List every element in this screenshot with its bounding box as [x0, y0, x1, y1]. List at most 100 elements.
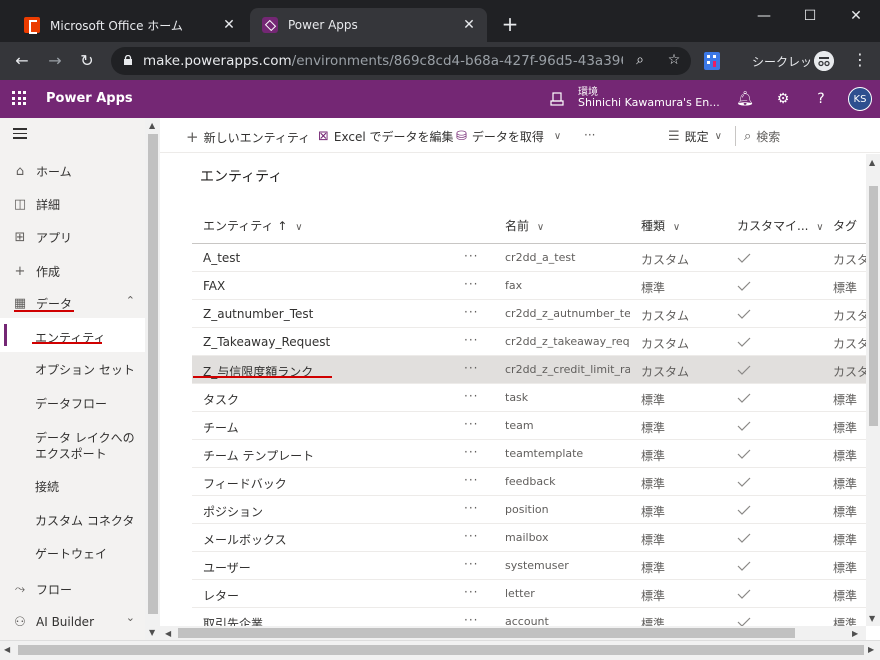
entity-display-name[interactable]: レター: [203, 587, 458, 604]
row-more-button[interactable]: ···: [464, 361, 484, 375]
nav-item-details[interactable]: ◫ 詳細: [0, 193, 145, 215]
nav-sub-option-sets[interactable]: オプション セット: [35, 362, 145, 378]
table-row[interactable]: メールボックス ··· mailbox 標準 標準: [192, 524, 866, 552]
bookmark-star-icon[interactable]: ☆: [665, 52, 683, 68]
column-header-entity[interactable]: エンティティ ↑ ∨: [203, 210, 303, 242]
entity-display-name[interactable]: Z_Takeaway_Request: [203, 335, 458, 349]
forward-button[interactable]: →: [44, 50, 66, 72]
nav-item-home[interactable]: ⌂ ホーム: [0, 160, 145, 182]
scroll-left-arrow-icon[interactable]: ◀: [4, 645, 10, 654]
scroll-down-arrow-icon[interactable]: ▼: [149, 628, 155, 637]
gear-icon[interactable]: ⚙: [774, 90, 792, 108]
incognito-icon[interactable]: [814, 51, 834, 71]
search-icon[interactable]: ⌕: [631, 52, 649, 68]
row-more-button[interactable]: ···: [464, 445, 484, 459]
tab-power-apps[interactable]: Power Apps ✕: [250, 8, 487, 42]
row-more-button[interactable]: ···: [464, 417, 484, 431]
entity-display-name[interactable]: メールボックス: [203, 531, 458, 548]
scroll-right-arrow-icon[interactable]: ▶: [852, 629, 858, 638]
column-header-type[interactable]: 種類 ∨: [641, 210, 680, 242]
more-commands-button[interactable]: ···: [584, 128, 595, 142]
chevron-up-icon[interactable]: ⌃: [126, 294, 135, 307]
table-row[interactable]: Z_与信限度額ランク ··· cr2dd_z_credit_limit_ra... カ…: [192, 356, 866, 384]
table-row[interactable]: フィードバック ··· feedback 標準 標準: [192, 468, 866, 496]
entity-display-name[interactable]: フィードバック: [203, 475, 458, 492]
new-entity-button[interactable]: + 新しいエンティティ: [186, 128, 310, 146]
view-selector-button[interactable]: ☰ 既定 ∨: [668, 128, 722, 145]
chevron-down-icon[interactable]: ∨: [554, 131, 561, 142]
entity-display-name[interactable]: タスク: [203, 391, 458, 408]
page-horizontal-scrollbar-thumb[interactable]: [18, 645, 864, 655]
nav-item-create[interactable]: + 作成: [0, 260, 145, 282]
table-row[interactable]: ユーザー ··· systemuser 標準 標準: [192, 552, 866, 580]
help-icon[interactable]: ?: [812, 90, 830, 108]
address-bar[interactable]: make.powerapps.com/environments/869c8cd4…: [111, 47, 691, 75]
nav-sub-dataflows[interactable]: データフロー: [35, 396, 145, 412]
nav-sub-custom-connectors[interactable]: カスタム コネクタ: [35, 513, 145, 529]
column-header-tag[interactable]: タグ ∨: [833, 210, 866, 242]
app-launcher-icon[interactable]: [12, 91, 26, 105]
nav-scrollbar-thumb[interactable]: [148, 134, 158, 614]
close-icon[interactable]: ✕: [221, 17, 237, 33]
hamburger-icon[interactable]: [13, 128, 27, 140]
row-more-button[interactable]: ···: [464, 305, 484, 319]
row-more-button[interactable]: ···: [464, 529, 484, 543]
search-box[interactable]: ⌕ 検索: [744, 128, 780, 145]
column-header-customizable[interactable]: カスタマイ... ∨: [737, 210, 824, 242]
table-row[interactable]: Z_Takeaway_Request ··· cr2dd_z_takeaway_re…: [192, 328, 866, 356]
avatar[interactable]: KS: [848, 87, 872, 111]
extension-icon[interactable]: [704, 52, 720, 70]
scroll-left-arrow-icon[interactable]: ◀: [165, 629, 171, 638]
close-icon[interactable]: ✕: [461, 17, 477, 33]
table-row[interactable]: A_test ··· cr2dd_a_test カスタム カスタ: [192, 244, 866, 272]
back-button[interactable]: ←: [11, 50, 33, 72]
table-row[interactable]: Z_autnumber_Test ··· cr2dd_z_autnumber_tes…: [192, 300, 866, 328]
table-row[interactable]: タスク ··· task 標準 標準: [192, 384, 866, 412]
window-close-button[interactable]: ✕: [836, 4, 876, 28]
maximize-button[interactable]: ☐: [790, 4, 830, 28]
row-more-button[interactable]: ···: [464, 557, 484, 571]
scroll-right-arrow-icon[interactable]: ▶: [868, 645, 874, 654]
content-scrollbar-thumb[interactable]: [869, 186, 878, 426]
row-more-button[interactable]: ···: [464, 501, 484, 515]
column-header-name[interactable]: 名前 ∨: [505, 210, 544, 242]
row-more-button[interactable]: ···: [464, 249, 484, 263]
table-row[interactable]: チーム テンプレート ··· teamtemplate 標準 標準: [192, 440, 866, 468]
entity-display-name[interactable]: ユーザー: [203, 559, 458, 576]
entity-display-name[interactable]: FAX: [203, 279, 458, 293]
table-row[interactable]: チーム ··· team 標準 標準: [192, 412, 866, 440]
row-more-button[interactable]: ···: [464, 473, 484, 487]
table-row[interactable]: FAX ··· fax 標準 標準: [192, 272, 866, 300]
app-name[interactable]: Power Apps: [46, 91, 133, 106]
get-data-button[interactable]: ⛁ データを取得 ∨: [456, 128, 561, 145]
environment-name[interactable]: Shinichi Kawamura's En...: [578, 96, 720, 109]
nav-sub-gateways[interactable]: ゲートウェイ: [35, 546, 145, 562]
nav-item-ai-builder[interactable]: ⚇ AI Builder ⌄: [0, 611, 145, 633]
row-more-button[interactable]: ···: [464, 613, 484, 626]
entity-display-name[interactable]: 取引先企業: [203, 615, 458, 626]
scroll-down-arrow-icon[interactable]: ▼: [869, 614, 875, 623]
scroll-up-arrow-icon[interactable]: ▲: [149, 121, 155, 130]
minimize-button[interactable]: —: [744, 4, 784, 28]
chrome-menu-icon[interactable]: ⋮: [852, 50, 868, 69]
nav-sub-connections[interactable]: 接続: [35, 479, 145, 495]
entity-display-name[interactable]: チーム: [203, 419, 458, 436]
nav-item-apps[interactable]: ⊞ アプリ: [0, 226, 145, 248]
reload-button[interactable]: ↻: [76, 50, 98, 72]
bell-icon[interactable]: 🔔︎: [736, 90, 754, 108]
table-row[interactable]: ポジション ··· position 標準 標準: [192, 496, 866, 524]
chevron-down-icon[interactable]: ⌄: [126, 611, 135, 624]
new-tab-button[interactable]: +: [498, 12, 522, 36]
table-row[interactable]: レター ··· letter 標準 標準: [192, 580, 866, 608]
scroll-up-arrow-icon[interactable]: ▲: [869, 158, 875, 167]
entity-display-name[interactable]: ポジション: [203, 503, 458, 520]
edit-in-excel-button[interactable]: ⊠ Excel でデータを編集: [318, 128, 454, 145]
content-horizontal-scrollbar-thumb[interactable]: [178, 628, 795, 638]
row-more-button[interactable]: ···: [464, 333, 484, 347]
table-row[interactable]: 取引先企業 ··· account 標準 標準: [192, 608, 866, 626]
row-more-button[interactable]: ···: [464, 585, 484, 599]
entity-display-name[interactable]: A_test: [203, 251, 458, 265]
nav-sub-data-lake-export[interactable]: データ レイクへのエクスポート: [35, 430, 145, 462]
entity-display-name[interactable]: チーム テンプレート: [203, 447, 458, 464]
entity-display-name[interactable]: Z_autnumber_Test: [203, 307, 458, 321]
